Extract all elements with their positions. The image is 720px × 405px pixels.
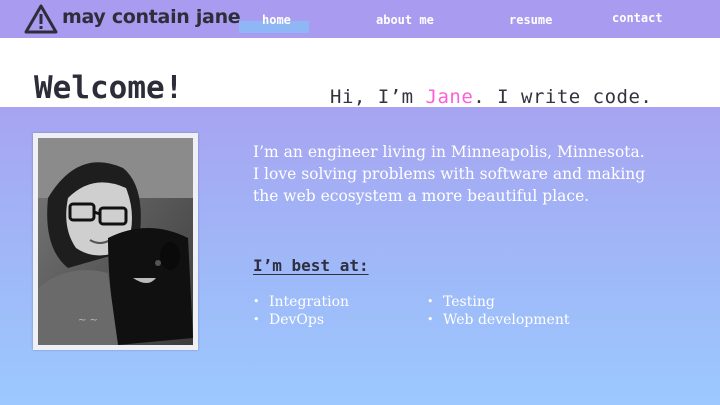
skill-item: Integration [253,293,349,311]
skill-item: DevOps [253,311,349,329]
skill-item: Testing [427,293,569,311]
profile-photo-frame: ~ ~ [33,133,198,350]
nav-home[interactable]: home [262,13,291,27]
warning-triangle-icon[interactable] [24,4,58,34]
site-logo-text[interactable]: may contain jane [62,6,241,28]
tagline-name: Jane [425,86,474,108]
page-title: Welcome! [34,70,184,106]
skills-list-left: Integration DevOps [253,293,349,329]
best-at-heading: I’m best at: [253,256,369,275]
tagline: Hi, I’m Jane. I write code. [330,88,652,107]
nav-about-me[interactable]: about me [376,13,434,27]
nav-resume[interactable]: resume [509,13,552,27]
tagline-suffix: . I write code. [473,86,653,108]
site-header: may contain jane home about me resume co… [0,0,720,38]
skill-item: Web development [427,311,569,329]
tagline-prefix: Hi, I’m [330,86,426,108]
nav-contact[interactable]: contact [612,11,663,25]
profile-photo: ~ ~ [38,138,193,345]
svg-text:~ ~: ~ ~ [78,315,98,326]
intro-paragraph: I’m an engineer living in Minneapolis, M… [253,143,646,205]
skills-list-right: Testing Web development [427,293,569,329]
